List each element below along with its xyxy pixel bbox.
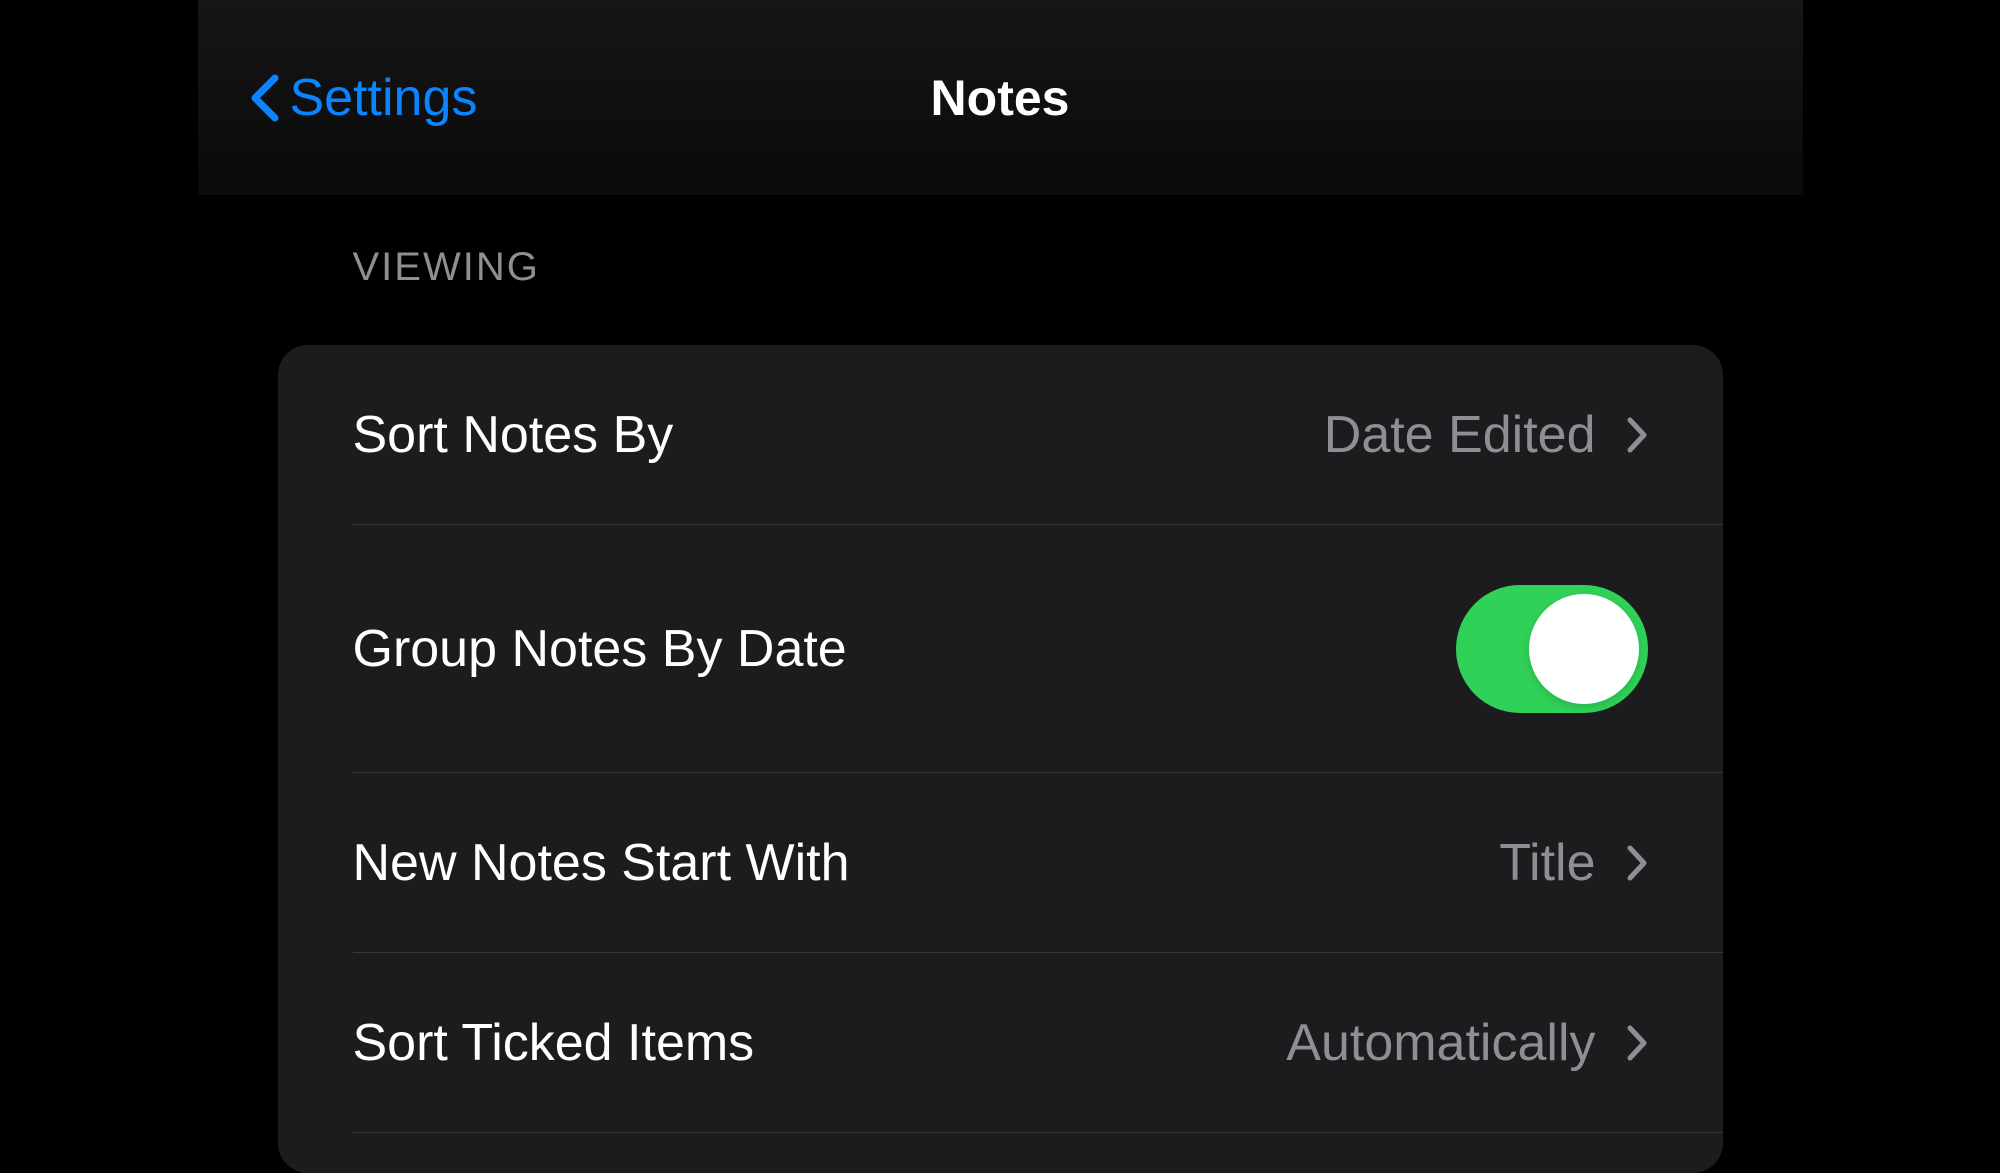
row-label: Sort Notes By <box>353 405 674 465</box>
chevron-left-icon <box>250 73 280 123</box>
navigation-bar: Settings Notes <box>198 0 1803 195</box>
row-sort-ticked-items[interactable]: Sort Ticked Items Automatically <box>278 953 1723 1133</box>
row-label: Sort Ticked Items <box>353 1013 755 1073</box>
page-title: Notes <box>931 69 1070 127</box>
row-right: Automatically <box>1286 1013 1647 1073</box>
row-new-notes-start-with[interactable]: New Notes Start With Title <box>278 773 1723 953</box>
row-label: New Notes Start With <box>353 833 850 893</box>
back-label: Settings <box>290 68 478 128</box>
section-header-viewing: VIEWING <box>198 245 1803 290</box>
row-label: Group Notes By Date <box>353 619 847 679</box>
toggle-knob <box>1529 594 1639 704</box>
settings-group-viewing: Sort Notes By Date Edited Group Notes By… <box>278 345 1723 1173</box>
row-value: Title <box>1499 833 1595 893</box>
toggle-group-by-date[interactable] <box>1456 585 1648 713</box>
row-group-notes-by-date[interactable]: Group Notes By Date <box>278 525 1723 773</box>
chevron-right-icon <box>1626 844 1648 882</box>
row-partial-next[interactable] <box>278 1133 1723 1173</box>
chevron-right-icon <box>1626 416 1648 454</box>
row-right <box>1456 585 1648 713</box>
row-value: Date Edited <box>1324 405 1596 465</box>
settings-screen: Settings Notes VIEWING Sort Notes By Dat… <box>198 0 1803 1125</box>
row-sort-notes-by[interactable]: Sort Notes By Date Edited <box>278 345 1723 525</box>
row-value: Automatically <box>1286 1013 1595 1073</box>
back-button[interactable]: Settings <box>250 68 478 128</box>
chevron-right-icon <box>1626 1024 1648 1062</box>
row-right: Date Edited <box>1324 405 1648 465</box>
row-right: Title <box>1499 833 1647 893</box>
